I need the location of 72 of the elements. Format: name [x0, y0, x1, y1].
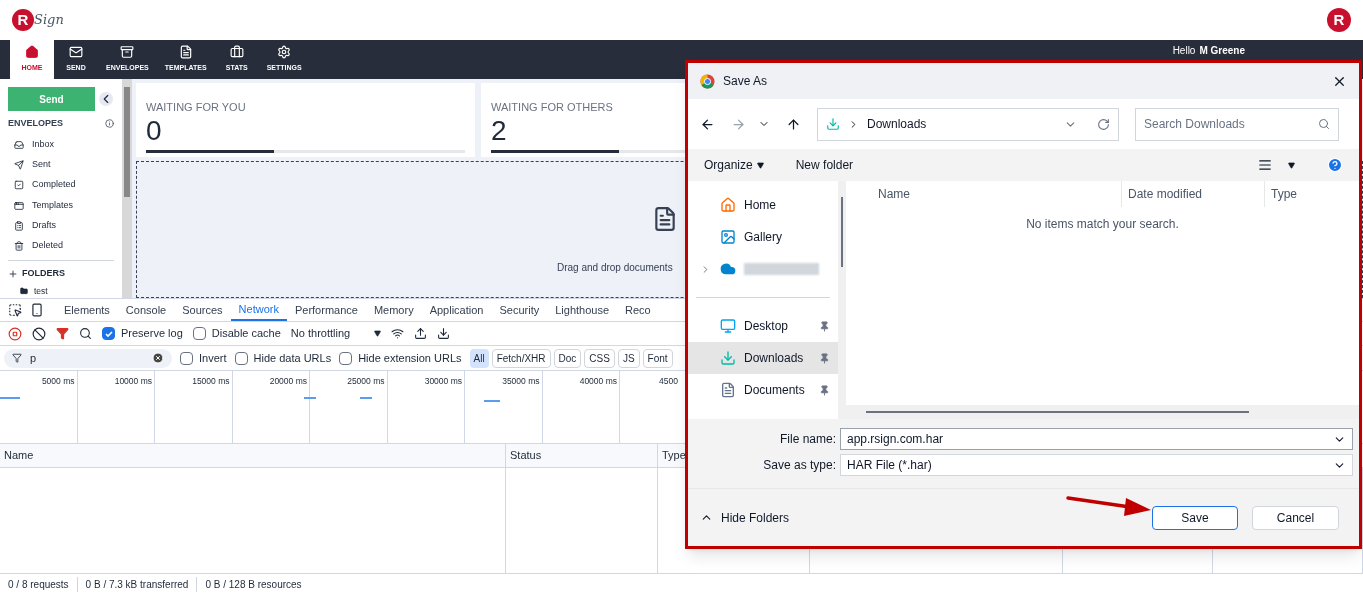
devtools-tab[interactable]: Sources: [174, 299, 231, 321]
cancel-button[interactable]: Cancel: [1252, 505, 1339, 530]
timeline-tick: 5000 ms: [41, 375, 75, 388]
status-text: 0 B / 7.3 kB transferred: [76, 577, 189, 592]
timeline-tick: 25000 ms: [347, 375, 385, 388]
sidebar-item[interactable]: Templates: [8, 195, 114, 216]
devtools-tab[interactable]: Memory: [365, 299, 422, 321]
timeline-tick: 10000 ms: [114, 375, 152, 388]
throttling-dropdown[interactable]: No throttling: [290, 325, 382, 342]
folder-item[interactable]: test: [8, 284, 114, 298]
column-header[interactable]: Date modified: [1121, 181, 1264, 207]
devtools-tab[interactable]: Console: [117, 299, 175, 321]
new-folder-button[interactable]: New folder: [795, 156, 854, 174]
column-header[interactable]: Type: [662, 447, 686, 464]
disable-cache-checkbox[interactable]: Disable cache: [192, 325, 281, 342]
field-label: File name:: [778, 431, 836, 448]
type-filter[interactable]: Font: [642, 348, 673, 368]
user-name: M Greene: [1199, 44, 1245, 58]
greeting-text: Hello: [1172, 44, 1196, 58]
column-header[interactable]: Name: [4, 447, 34, 464]
filter-field[interactable]: p: [4, 348, 172, 368]
save-button[interactable]: Save: [1152, 505, 1238, 530]
empty-message: No items match your search.: [1026, 216, 1179, 233]
status-text: 0 / 8 requests: [8, 578, 69, 592]
timeline-tick: 35000 ms: [502, 375, 540, 388]
type-filter[interactable]: JS: [617, 348, 640, 368]
navigation-item[interactable]: Documents: [688, 374, 838, 406]
section-heading: ENVELOPES: [8, 117, 63, 130]
file-type-dropdown[interactable]: HAR File (*.har): [840, 454, 1353, 476]
corner-logo: R: [1327, 8, 1351, 32]
section-heading: FOLDERS: [22, 267, 65, 281]
timeline-tick: 30000 ms: [424, 375, 462, 388]
filter-checkbox[interactable]: Hide data URLs: [234, 349, 332, 367]
devtools-tab[interactable]: Security: [491, 299, 548, 321]
type-filter[interactable]: Fetch/XHR: [491, 348, 551, 368]
devtools-tab[interactable]: Performance: [286, 299, 366, 321]
timeline-tick: 15000 ms: [192, 375, 230, 388]
navigation-item[interactable]: Home: [688, 189, 838, 221]
type-filter[interactable]: All: [469, 348, 489, 368]
timeline-tick: 4500: [659, 375, 678, 388]
stat-card[interactable]: WAITING FOR YOU 0: [136, 83, 475, 157]
sidebar-item[interactable]: Deleted: [8, 236, 114, 257]
column-header[interactable]: Type: [1264, 181, 1359, 207]
navigation-item[interactable]: Desktop: [688, 310, 838, 342]
devtools-tab[interactable]: Application: [421, 299, 492, 321]
search-field[interactable]: Search Downloads: [1135, 107, 1339, 141]
hide-folders-button[interactable]: Hide Folders: [700, 508, 790, 527]
filter-checkbox[interactable]: Hide extension URLs: [339, 349, 462, 367]
devtools-tab[interactable]: Reco: [617, 299, 651, 321]
status-text: 0 B / 128 B resources: [196, 577, 302, 592]
address-bar[interactable]: Downloads: [817, 107, 1119, 141]
type-filter[interactable]: Doc: [553, 348, 582, 368]
rsign-logo: R Sign: [12, 9, 64, 31]
file-name-field[interactable]: app.rsign.com.har: [840, 428, 1353, 450]
sidebar-item[interactable]: Drafts: [8, 215, 114, 236]
timeline-tick: 20000 ms: [269, 375, 307, 388]
column-header[interactable]: Status: [510, 447, 542, 464]
navigation-item[interactable]: Downloads: [688, 342, 838, 374]
devtools-tab[interactable]: Lighthouse: [547, 299, 618, 321]
sidebar-item[interactable]: Completed: [8, 175, 114, 196]
preserve-log-checkbox[interactable]: Preserve log: [102, 325, 183, 342]
navigation-item[interactable]: Gallery: [688, 221, 838, 253]
organize-menu[interactable]: Organize: [704, 156, 764, 174]
type-filter[interactable]: CSS: [584, 348, 615, 368]
field-label: Save as type:: [762, 457, 836, 474]
column-header[interactable]: Name: [846, 181, 1121, 207]
sidebar-item[interactable]: Sent: [8, 154, 114, 176]
devtools-tab[interactable]: Network: [230, 299, 287, 321]
filter-checkbox[interactable]: Invert: [180, 349, 227, 367]
timeline-tick: 40000 ms: [579, 375, 617, 388]
devtools-tab[interactable]: Elements: [56, 299, 118, 321]
sidebar-item[interactable]: Inbox: [8, 134, 114, 155]
